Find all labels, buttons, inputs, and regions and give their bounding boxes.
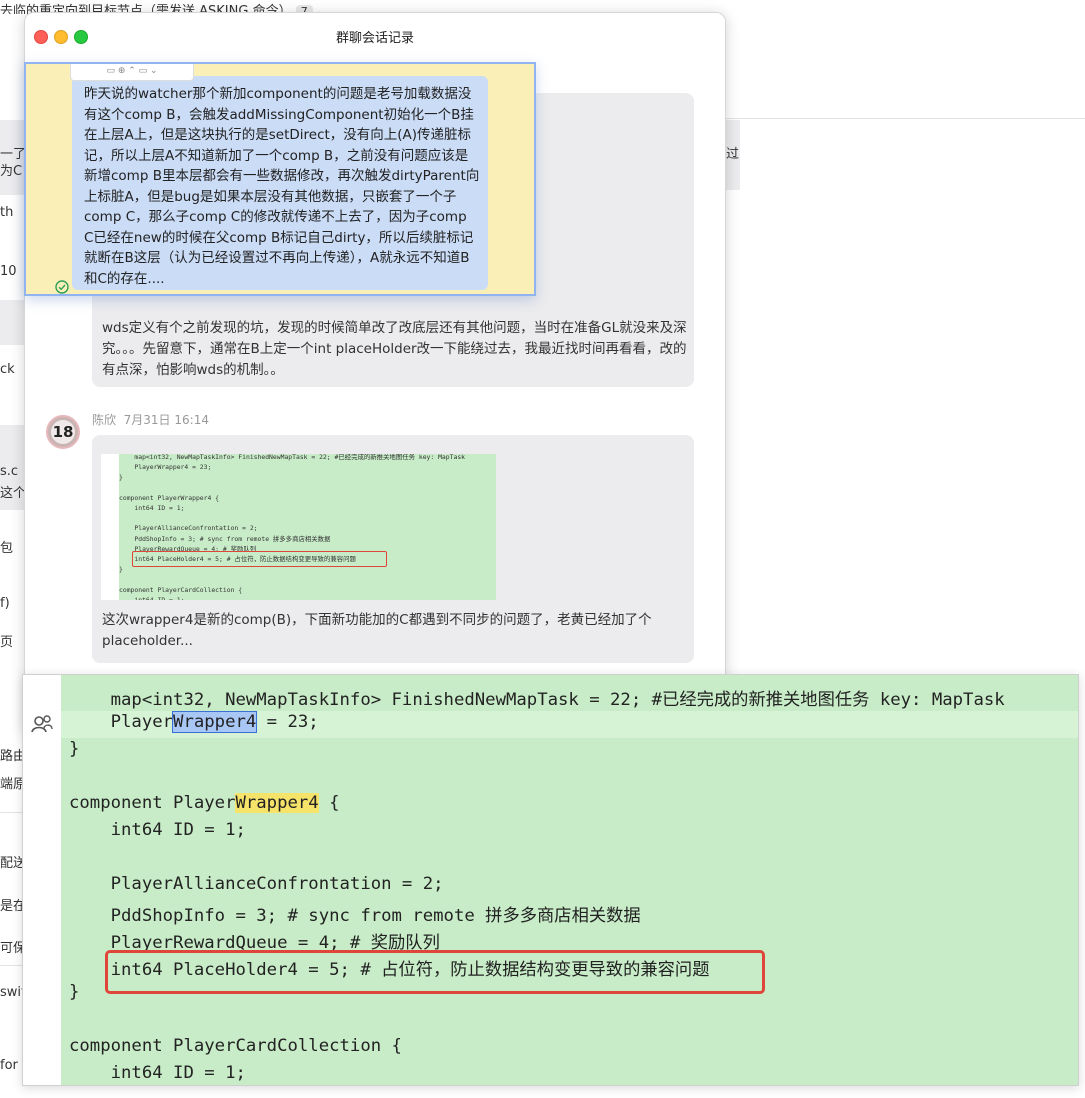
code-text: component Player xyxy=(69,793,236,813)
code-line: map<int32, NewMapTaskInfo> FinishedNewMa… xyxy=(69,685,1015,710)
code-text: PddShopInfo = 3; # sync from remote 拼多多商… xyxy=(69,906,641,926)
code-text: PlayerAllianceConfrontation = 2; xyxy=(69,874,444,894)
code-text: int64 ID = 1; xyxy=(69,1063,246,1083)
message-text: wds定义有个之前发现的坑，发现的时候简单改了改底层还有其他问题，当时在准备GL… xyxy=(102,320,687,378)
note-toolbar[interactable]: ▭ ⊕ ⌃ ▭ ⌄ xyxy=(70,64,194,81)
editor-gutter xyxy=(23,675,61,1085)
background-text-fragment: ck xyxy=(0,362,15,377)
person-comment-icon[interactable] xyxy=(31,714,53,734)
code-screenshot-thumbnail[interactable]: map<int32, NewMapTaskInfo> FinishedNewMa… xyxy=(101,454,496,600)
note-text: 昨天说的watcher那个新加component的问题是老号加载数据没有这个co… xyxy=(84,86,480,287)
background-text-fragment: 包 xyxy=(0,541,14,556)
code-text: = 23; xyxy=(256,712,319,732)
background-text-fragment: 10 xyxy=(0,264,17,279)
check-circle-icon xyxy=(55,280,69,294)
code-text: { xyxy=(318,793,340,813)
background-right-fragment: 过 xyxy=(726,147,740,162)
code-line: component PlayerCardCollection { xyxy=(69,1036,402,1056)
background-text-fragment: 为C xyxy=(0,164,23,179)
code-text: int64 ID = 1; xyxy=(69,820,246,840)
background-text-fragment: for xyxy=(0,1058,18,1073)
floating-note[interactable]: ▭ ⊕ ⌃ ▭ ⌄ 昨天说的watcher那个新加component的问题是老号… xyxy=(24,62,536,296)
code-line: component PlayerWrapper4 { xyxy=(69,793,340,813)
thumbnail-red-box xyxy=(132,551,387,567)
background-text-fragment: f) xyxy=(0,596,10,611)
code-line: int64 ID = 1; xyxy=(69,1063,246,1083)
background-text-fragment: 页 xyxy=(0,635,14,650)
selected-text: Wrapper4 xyxy=(172,711,258,733)
window-title: 群聊会话记录 xyxy=(335,31,414,46)
code-line: PddShopInfo = 3; # sync from remote 拼多多商… xyxy=(69,901,641,926)
code-line: PlayerWrapper4 = 23; xyxy=(69,711,319,733)
message-sender: 陈欣 7月31日 16:14 xyxy=(92,413,209,427)
zoomed-code-view[interactable]: map<int32, NewMapTaskInfo> FinishedNewMa… xyxy=(22,674,1079,1086)
code-text: } xyxy=(69,982,80,1002)
code-line: int64 ID = 1; xyxy=(69,820,246,840)
code-line: } xyxy=(69,739,79,759)
background-text-fragment: th xyxy=(0,205,14,220)
window-titlebar[interactable]: 群聊会话记录 xyxy=(25,13,725,59)
code-text: map<int32, NewMapTaskInfo> FinishedNewMa… xyxy=(69,690,1016,710)
avatar[interactable]: 18 xyxy=(46,415,80,449)
code-text: Player xyxy=(69,712,174,732)
code-text: } xyxy=(69,739,80,759)
highlight-red-box xyxy=(105,950,765,994)
thumbnail-code-text: map<int32, NewMapTaskInfo> FinishedNewMa… xyxy=(119,454,466,600)
background-text-fragment: s.c xyxy=(0,464,19,479)
code-line: PlayerAllianceConfrontation = 2; xyxy=(69,874,444,894)
code-text: component PlayerCardCollection { xyxy=(69,1036,402,1056)
background-text-fragment: 这个 xyxy=(0,486,26,501)
code-line: } xyxy=(69,982,79,1002)
search-highlight: Wrapper4 xyxy=(235,793,319,813)
message-caption: 这次wrapper4是新的comp(B)，下面新功能加的C都遇到不同步的问题了，… xyxy=(102,612,652,649)
